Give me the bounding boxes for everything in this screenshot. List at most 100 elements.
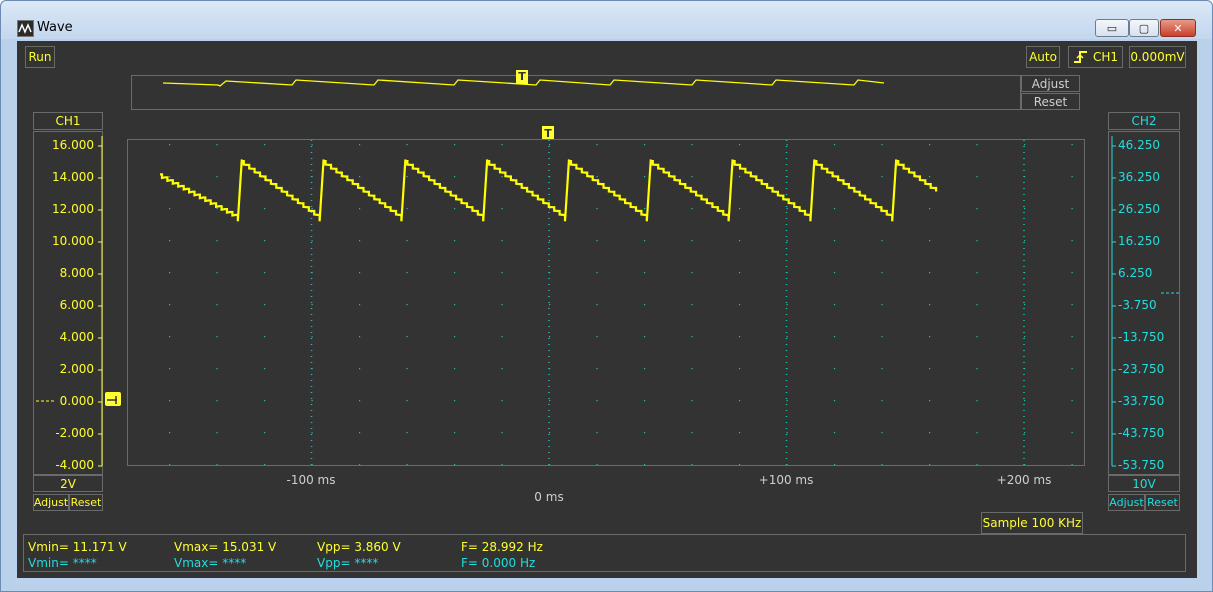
ch1-ground-marker[interactable] xyxy=(105,392,121,406)
grid-dot xyxy=(406,336,408,338)
trigger-position-marker[interactable]: T xyxy=(542,126,554,140)
grid-dot xyxy=(834,400,836,402)
grid-dot xyxy=(691,272,693,274)
time-label: +200 ms xyxy=(996,473,1052,487)
grid-dot xyxy=(644,304,646,306)
rising-edge-icon xyxy=(1073,50,1089,64)
grid-dot xyxy=(1071,464,1073,465)
grid-dot xyxy=(1024,272,1026,274)
ch1-scale[interactable]: 2V xyxy=(33,475,103,492)
grid-dot xyxy=(1071,208,1073,210)
ch2-tick: 46.250 xyxy=(1118,138,1160,152)
auto-mode-button[interactable]: Auto xyxy=(1026,46,1060,68)
grid-dot xyxy=(834,272,836,274)
grid-dot xyxy=(786,304,788,306)
grid-dot xyxy=(454,432,456,434)
ch1-tick: 0.000 xyxy=(59,394,94,408)
close-button[interactable]: ✕ xyxy=(1160,19,1196,37)
grid-dot xyxy=(739,208,741,210)
grid-dot xyxy=(311,144,313,146)
waveform-plot[interactable] xyxy=(127,139,1085,466)
grid-dot xyxy=(311,464,313,465)
ch2-scale[interactable]: 10V xyxy=(1108,475,1180,492)
grid-dot xyxy=(596,304,598,306)
grid-dot xyxy=(549,432,551,434)
grid-dot xyxy=(786,464,788,465)
grid-dot xyxy=(264,336,266,338)
grid-dot xyxy=(264,400,266,402)
grid-dot xyxy=(311,336,313,338)
trigger-channel-label: CH1 xyxy=(1093,50,1119,64)
grid-dot xyxy=(264,304,266,306)
grid-dot xyxy=(406,208,408,210)
ch1-tick: 16.000 xyxy=(52,138,94,152)
maximize-button[interactable]: ▢ xyxy=(1129,19,1159,37)
grid-dot xyxy=(216,176,218,178)
grid-dot xyxy=(739,240,741,242)
ch2-reset-button[interactable]: Reset xyxy=(1145,494,1180,511)
ch2-adjust-button[interactable]: Adjust xyxy=(1108,494,1145,511)
sample-rate-display[interactable]: Sample 100 KHz xyxy=(981,512,1083,534)
grid-dot xyxy=(359,144,361,146)
scope-panel: Run Auto CH1 0.000mV T Adjust Reset CH1 xyxy=(17,41,1197,578)
maximize-icon: ▢ xyxy=(1138,21,1150,35)
grid-dot xyxy=(834,464,836,465)
trigger-source-button[interactable]: CH1 xyxy=(1068,46,1123,68)
grid-dot xyxy=(359,400,361,402)
grid-dot xyxy=(929,400,931,402)
grid-dot xyxy=(169,144,171,146)
overview-reset-button[interactable]: Reset xyxy=(1021,93,1080,110)
grid-dot xyxy=(691,208,693,210)
run-button[interactable]: Run xyxy=(25,46,55,68)
ch1-adjust-button[interactable]: Adjust xyxy=(33,494,69,511)
grid-dot xyxy=(501,336,503,338)
grid-dot xyxy=(786,432,788,434)
grid-dot xyxy=(1024,368,1026,370)
title-bar[interactable]: Wave ▭ ▢ ✕ xyxy=(1,1,1212,39)
overview-adjust-button[interactable]: Adjust xyxy=(1021,75,1080,92)
ch1-axis-panel: 16.000 14.000 12.000 10.000 8.000 6.000 … xyxy=(33,131,103,475)
ch1-tick: -4.000 xyxy=(55,458,94,472)
grid-dot xyxy=(501,144,503,146)
grid-dot xyxy=(596,272,598,274)
grid-dot xyxy=(454,272,456,274)
grid-dot xyxy=(549,304,551,306)
grid-dot xyxy=(169,176,171,178)
grid-dot xyxy=(644,240,646,242)
grid-dot xyxy=(169,432,171,434)
grid-dot xyxy=(549,240,551,242)
grid-dot xyxy=(691,176,693,178)
ch1-tick: 8.000 xyxy=(59,266,94,280)
grid-dot xyxy=(1071,400,1073,402)
overview-strip[interactable]: T xyxy=(131,70,1021,110)
grid-dot xyxy=(216,368,218,370)
ch1-waveform xyxy=(160,159,938,222)
ch2-axis-panel: 46.250 36.250 26.250 16.250 6.250 -3.750… xyxy=(1108,131,1181,475)
ch1-tick: 4.000 xyxy=(59,330,94,344)
ch1-reset-button[interactable]: Reset xyxy=(69,494,103,511)
grid-dot xyxy=(881,144,883,146)
grid-dot xyxy=(454,304,456,306)
grid-dot xyxy=(786,240,788,242)
grid-dot xyxy=(834,240,836,242)
grid-dot xyxy=(1071,240,1073,242)
close-icon: ✕ xyxy=(1173,21,1183,35)
grid-dot xyxy=(406,304,408,306)
grid-dot xyxy=(644,432,646,434)
trigger-level-display[interactable]: 0.000mV xyxy=(1129,46,1186,68)
minimize-button[interactable]: ▭ xyxy=(1095,19,1129,37)
grid-dot xyxy=(501,240,503,242)
grid-dot xyxy=(311,176,313,178)
grid-dot xyxy=(976,304,978,306)
grid-dot xyxy=(929,176,931,178)
grid-dot xyxy=(644,336,646,338)
grid-dot xyxy=(359,432,361,434)
grid-dot xyxy=(549,272,551,274)
grid-dot xyxy=(501,368,503,370)
overview-trigger-marker[interactable]: T xyxy=(516,70,528,84)
grid-dot xyxy=(264,144,266,146)
grid-dot xyxy=(786,336,788,338)
grid-dot xyxy=(311,240,313,242)
grid-dot xyxy=(1071,368,1073,370)
grid-dot xyxy=(834,336,836,338)
